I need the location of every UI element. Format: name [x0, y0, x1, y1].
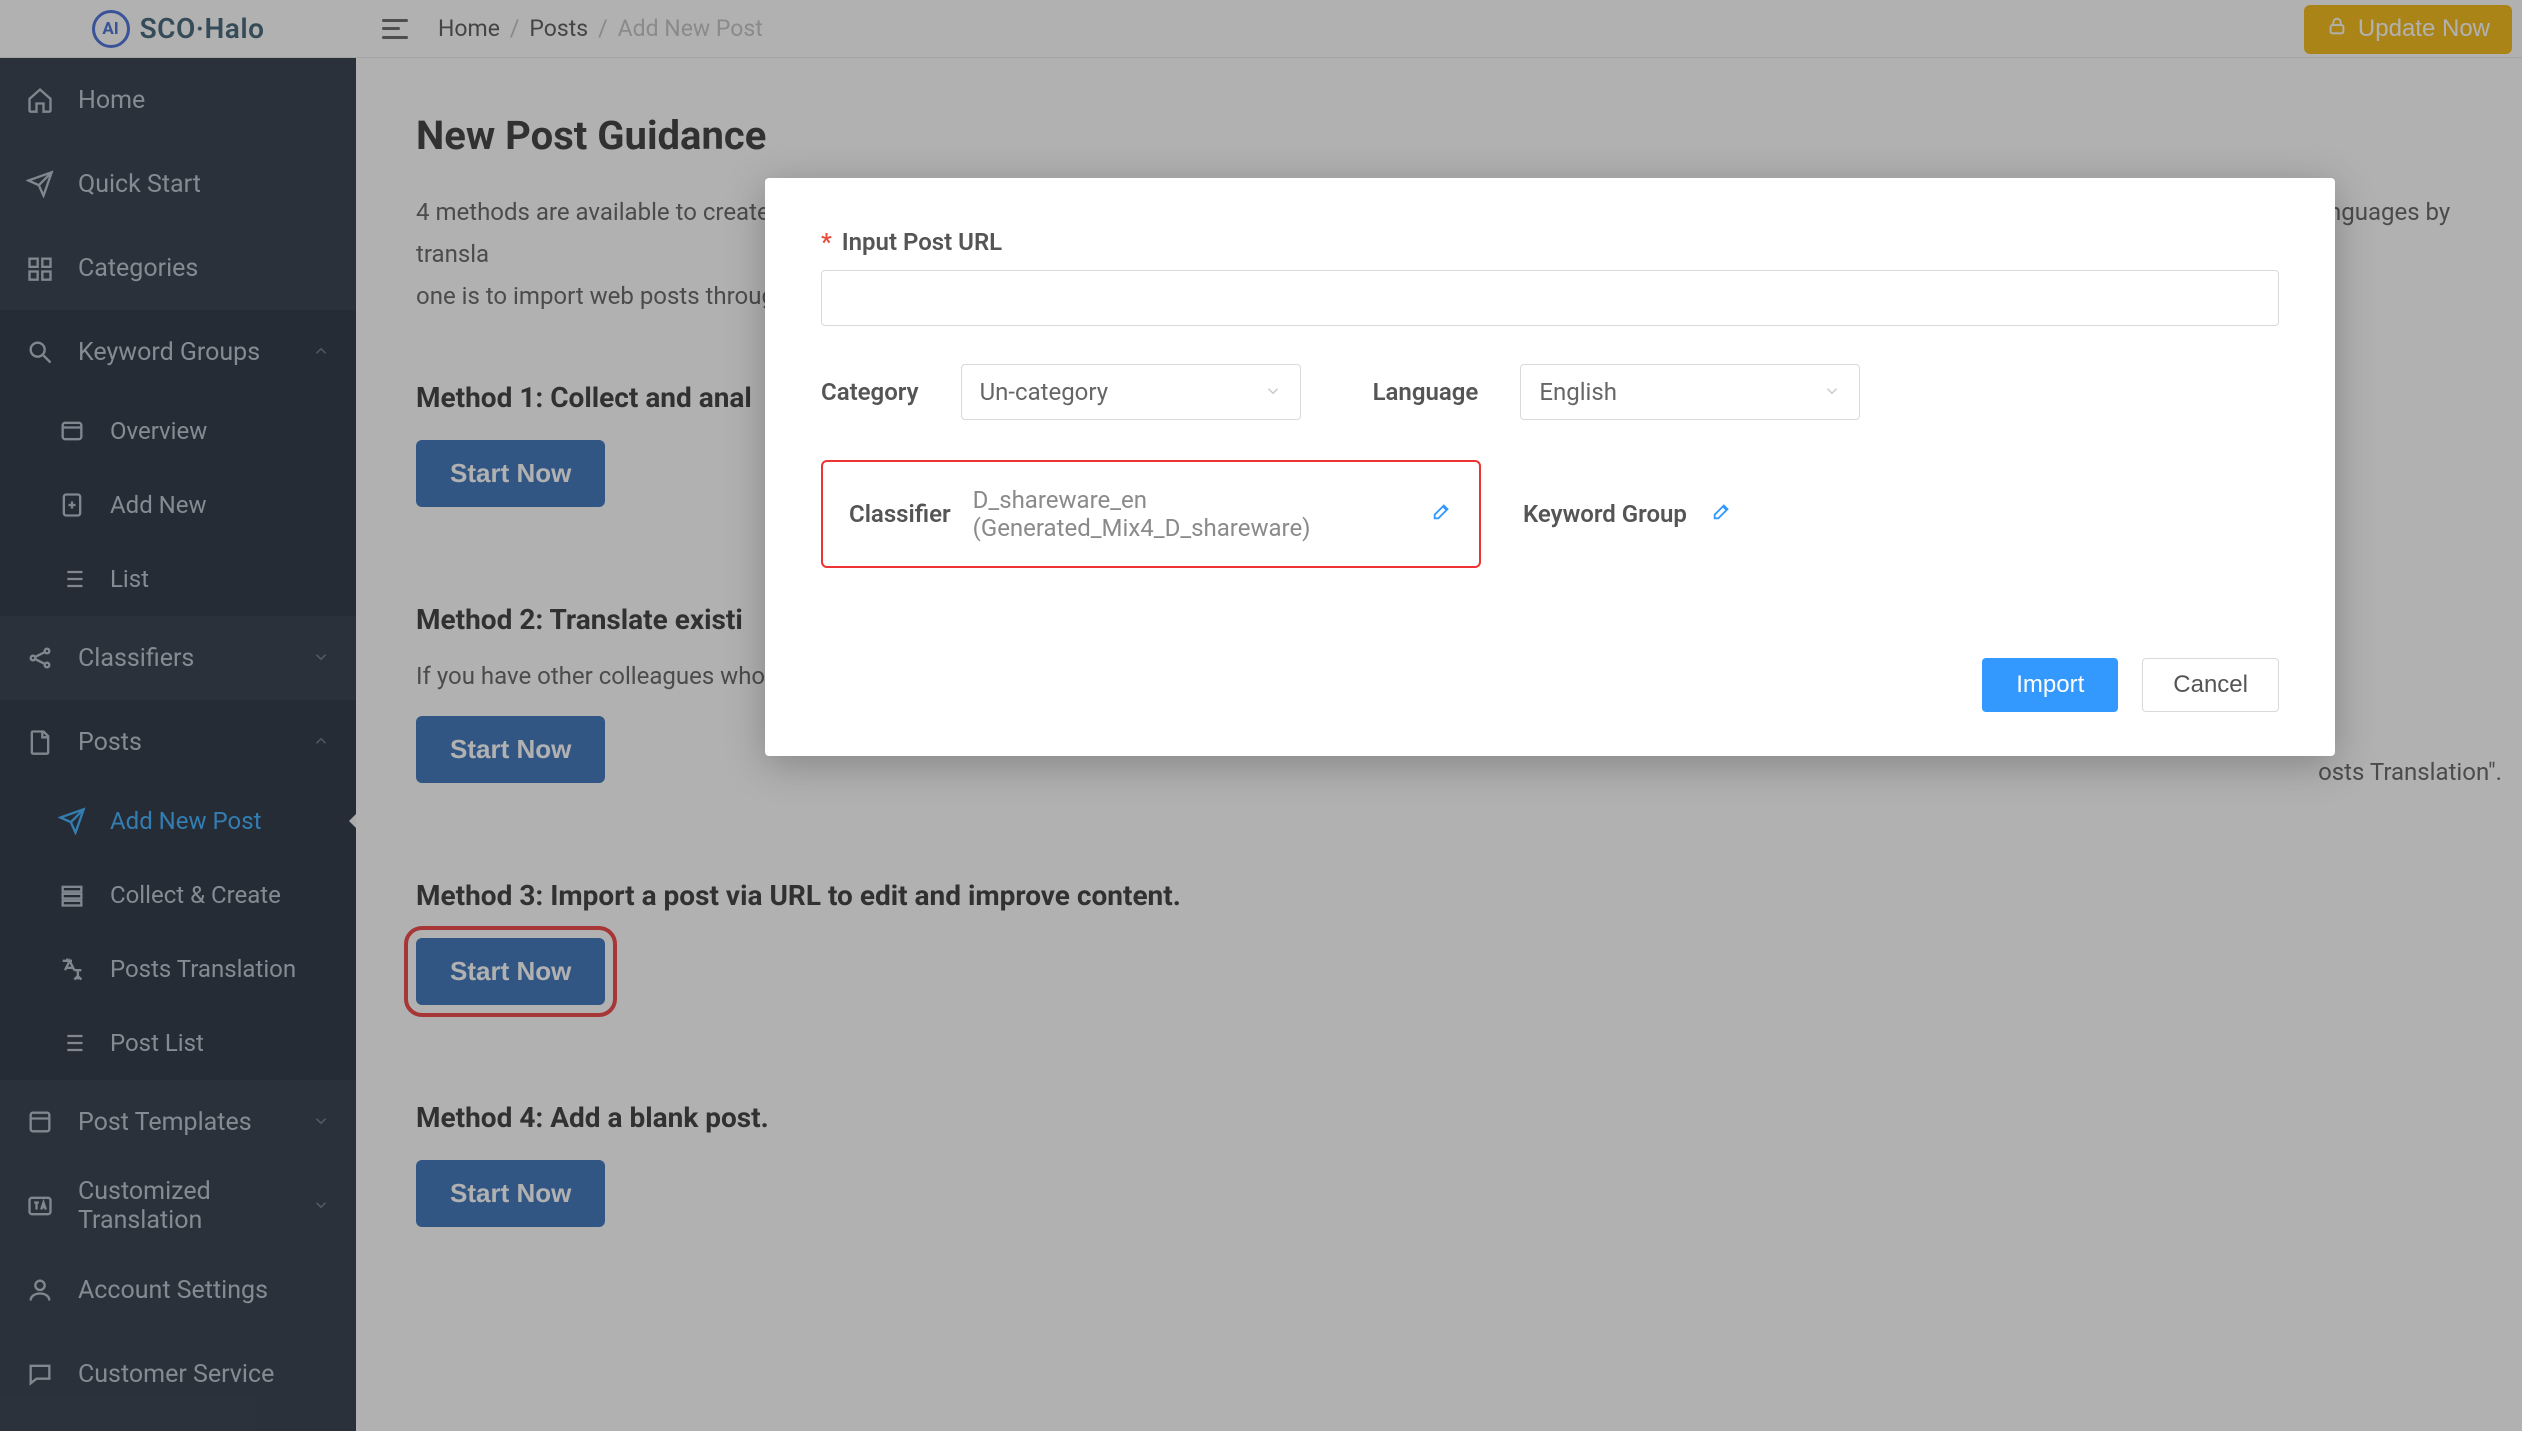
- import-button[interactable]: Import: [1982, 658, 2118, 712]
- import-url-modal: * Input Post URL Category Un-category La…: [765, 178, 2335, 756]
- cancel-button[interactable]: Cancel: [2142, 658, 2279, 712]
- keyword-group-label: Keyword Group: [1523, 500, 1687, 528]
- post-url-input[interactable]: [821, 270, 2279, 326]
- language-value: English: [1539, 378, 1617, 406]
- edit-keyword-group-icon[interactable]: [1711, 500, 1733, 528]
- category-label: Category: [821, 378, 919, 406]
- chevron-down-icon: [1823, 378, 1841, 406]
- language-select[interactable]: English: [1520, 364, 1860, 420]
- keyword-group-block: Keyword Group: [1523, 500, 1733, 528]
- classifier-value: D_shareware_en (Generated_Mix4_D_sharewa…: [973, 486, 1409, 542]
- category-select[interactable]: Un-category: [961, 364, 1301, 420]
- chevron-down-icon: [1264, 378, 1282, 406]
- classifier-block: Classifier D_shareware_en (Generated_Mix…: [821, 460, 1481, 568]
- classifier-label: Classifier: [849, 500, 951, 528]
- edit-classifier-icon[interactable]: [1431, 500, 1453, 528]
- required-star: *: [821, 228, 832, 256]
- category-value: Un-category: [980, 378, 1109, 406]
- input-url-label: * Input Post URL: [821, 228, 1002, 256]
- language-label: Language: [1373, 378, 1479, 406]
- modal-actions: Import Cancel: [821, 658, 2279, 712]
- input-url-label-text: Input Post URL: [842, 228, 1002, 256]
